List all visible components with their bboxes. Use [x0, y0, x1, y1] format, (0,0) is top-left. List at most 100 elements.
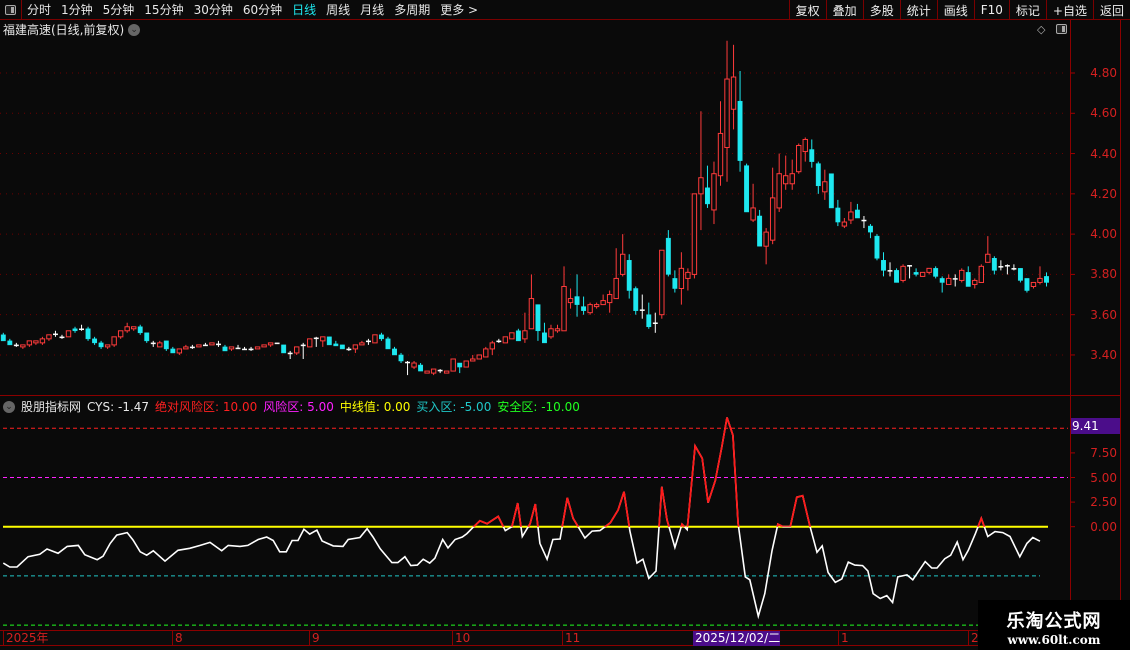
candle[interactable] — [841, 218, 848, 229]
candle[interactable] — [985, 236, 991, 263]
candle[interactable] — [333, 340, 339, 347]
candle[interactable] — [189, 344, 195, 349]
candle[interactable] — [170, 346, 176, 354]
candle[interactable] — [59, 334, 65, 339]
candle[interactable] — [7, 338, 13, 346]
candle[interactable] — [861, 215, 867, 229]
candle[interactable] — [33, 340, 39, 345]
chart-canvas[interactable] — [0, 0, 1120, 650]
candle[interactable] — [261, 344, 267, 348]
candle[interactable] — [535, 304, 541, 341]
panel-divider[interactable] — [0, 395, 1120, 396]
candle[interactable] — [868, 224, 873, 239]
candle[interactable] — [242, 346, 247, 351]
candle[interactable] — [46, 334, 52, 341]
candle[interactable] — [554, 324, 561, 333]
candle[interactable] — [606, 290, 613, 313]
right-sidebar-strip[interactable] — [1120, 20, 1130, 650]
candle[interactable] — [737, 70, 743, 172]
candle[interactable] — [665, 230, 671, 277]
candle[interactable] — [424, 370, 430, 374]
candle[interactable] — [802, 137, 808, 162]
candle[interactable] — [437, 369, 443, 374]
candle[interactable] — [685, 268, 691, 291]
candle[interactable] — [828, 173, 834, 209]
candle[interactable] — [959, 268, 965, 283]
candle[interactable] — [72, 326, 78, 333]
candle[interactable] — [392, 346, 397, 356]
candle[interactable] — [528, 274, 535, 330]
candle[interactable] — [144, 332, 150, 343]
candle[interactable] — [39, 336, 46, 345]
candle[interactable] — [613, 248, 619, 300]
candle[interactable] — [789, 159, 795, 190]
candle[interactable] — [991, 256, 997, 275]
candle[interactable] — [952, 274, 958, 287]
candle[interactable] — [150, 340, 156, 347]
candle[interactable] — [163, 340, 169, 351]
candle[interactable] — [13, 342, 19, 347]
candle[interactable] — [216, 340, 221, 347]
candle[interactable] — [209, 342, 215, 346]
candle[interactable] — [502, 336, 509, 344]
candle[interactable] — [352, 344, 359, 353]
candle[interactable] — [183, 344, 189, 350]
candle[interactable] — [385, 336, 391, 350]
candle[interactable] — [600, 294, 606, 306]
candle[interactable] — [463, 360, 469, 368]
candle[interactable] — [307, 338, 313, 348]
candle[interactable] — [919, 271, 926, 277]
candle[interactable] — [548, 324, 554, 339]
candle[interactable] — [776, 153, 782, 212]
candle[interactable] — [972, 278, 978, 289]
candle[interactable] — [365, 338, 371, 345]
candle[interactable] — [678, 252, 685, 305]
candle[interactable] — [300, 342, 306, 359]
candle[interactable] — [978, 264, 984, 283]
candle[interactable] — [85, 326, 91, 341]
candle[interactable] — [450, 358, 456, 372]
candle[interactable] — [1017, 268, 1023, 283]
candle[interactable] — [157, 340, 163, 348]
candle[interactable] — [542, 322, 547, 344]
candle[interactable] — [313, 336, 319, 347]
candle[interactable] — [496, 338, 502, 343]
candle[interactable] — [946, 274, 952, 285]
candle[interactable] — [900, 264, 906, 283]
candle[interactable] — [796, 143, 802, 174]
candle[interactable] — [809, 139, 815, 168]
candle[interactable] — [881, 252, 886, 277]
candle[interactable] — [339, 344, 345, 350]
candle[interactable] — [672, 270, 678, 293]
candle[interactable] — [639, 294, 645, 319]
candle[interactable] — [815, 161, 821, 194]
candle[interactable] — [907, 265, 913, 279]
candle[interactable] — [274, 342, 280, 345]
candle[interactable] — [717, 101, 724, 186]
candle[interactable] — [769, 167, 776, 245]
candle[interactable] — [124, 322, 130, 333]
candle[interactable] — [691, 193, 698, 279]
candle[interactable] — [626, 254, 632, 299]
candle[interactable] — [1011, 264, 1017, 271]
candle[interactable] — [254, 346, 261, 350]
chevron-down-icon[interactable]: ⌄ — [3, 400, 15, 413]
candle[interactable] — [79, 324, 84, 331]
candle[interactable] — [750, 183, 756, 223]
candle[interactable] — [711, 161, 717, 225]
candle[interactable] — [267, 342, 274, 347]
candle[interactable] — [705, 165, 710, 208]
candle[interactable] — [176, 348, 183, 355]
candle[interactable] — [489, 340, 496, 355]
candle[interactable] — [398, 352, 404, 364]
candle[interactable] — [111, 336, 117, 347]
candle[interactable] — [581, 296, 587, 315]
candle[interactable] — [443, 370, 450, 374]
candle[interactable] — [1037, 266, 1043, 285]
candle[interactable] — [633, 286, 639, 315]
candle[interactable] — [933, 266, 939, 279]
candle[interactable] — [117, 330, 124, 339]
candle[interactable] — [783, 155, 789, 190]
candle[interactable] — [515, 328, 521, 342]
candle[interactable] — [92, 336, 98, 345]
